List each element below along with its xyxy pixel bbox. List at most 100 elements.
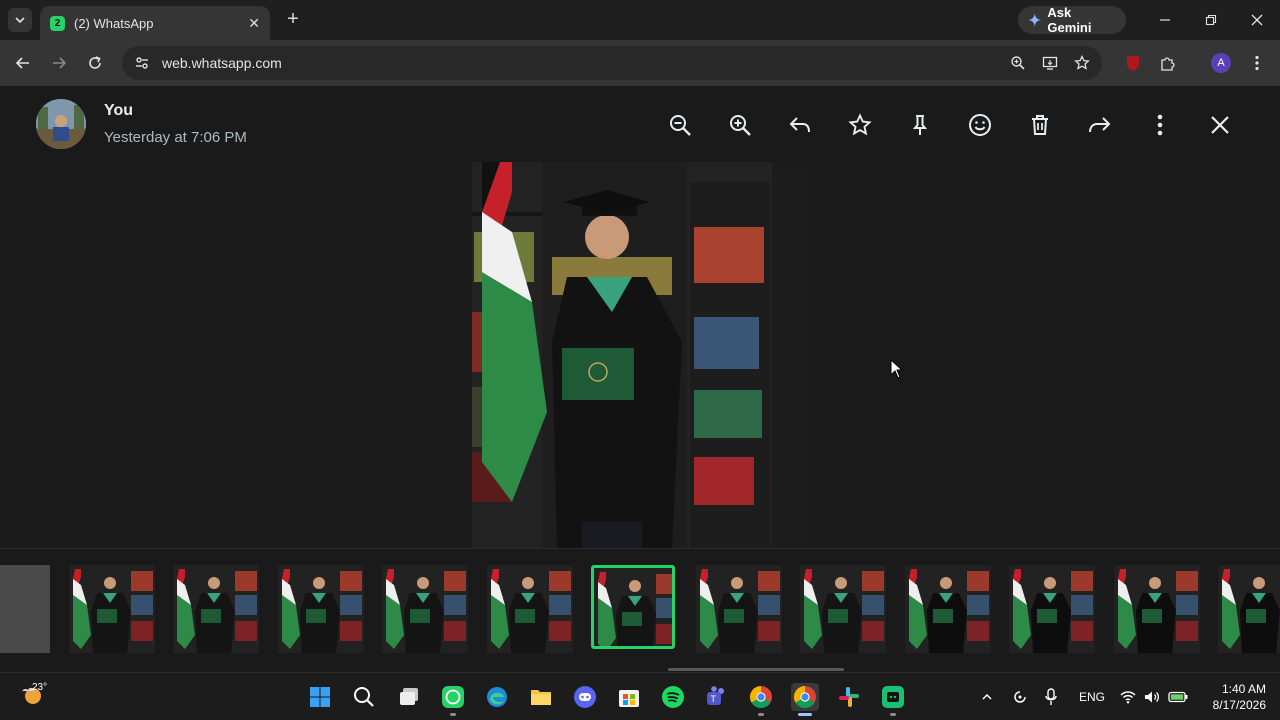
start-button[interactable] [306, 683, 334, 711]
thumbnail[interactable] [382, 565, 468, 653]
media-thumbnail-strip [0, 548, 1280, 672]
weather-widget[interactable]: 23° [20, 681, 60, 713]
ask-gemini-button[interactable]: Ask Gemini [1018, 5, 1126, 35]
taskbar-slack[interactable] [835, 683, 863, 711]
thumbnail[interactable] [1114, 565, 1200, 653]
taskbar-discord[interactable] [571, 683, 599, 711]
taskbar-file-explorer[interactable] [527, 683, 555, 711]
pin-icon [912, 115, 928, 135]
thumbnail[interactable] [1218, 565, 1280, 653]
thumbnail[interactable] [0, 565, 50, 653]
whatsapp-icon [442, 686, 464, 708]
taskbar-ms-store[interactable] [615, 683, 643, 711]
bookmark-star-icon[interactable] [1072, 53, 1092, 73]
address-bar[interactable]: web.whatsapp.com [122, 46, 1102, 80]
arrow-left-icon [15, 57, 29, 69]
sender-avatar[interactable] [36, 99, 86, 149]
minimize-icon [1160, 19, 1170, 21]
profile-avatar[interactable]: A [1211, 53, 1231, 73]
ask-gemini-label: Ask Gemini [1047, 5, 1092, 35]
thumbnail[interactable] [1009, 565, 1095, 653]
restore-button[interactable] [1199, 8, 1223, 32]
reload-icon [89, 56, 101, 69]
zoom-out-button[interactable] [650, 111, 710, 139]
mouse-cursor-icon [890, 358, 904, 384]
windows-logo-icon [310, 687, 330, 707]
window-close-button[interactable] [1245, 8, 1269, 32]
browser-tab-whatsapp[interactable]: 2 (2) WhatsApp ✕ [40, 6, 270, 40]
pin-button[interactable] [890, 111, 950, 139]
forward-button[interactable] [1070, 111, 1130, 139]
thumbnail[interactable] [696, 565, 782, 653]
zoom-indicator-icon[interactable] [1008, 53, 1028, 73]
chrome-icon [794, 686, 816, 708]
weather-temperature: 23° [32, 682, 48, 693]
taskbar-edge[interactable] [483, 683, 511, 711]
reload-button[interactable] [83, 51, 107, 75]
wifi-icon [1120, 691, 1136, 704]
extension-adblock-icon[interactable] [1121, 51, 1145, 75]
thumbnail[interactable] [487, 565, 573, 653]
volume-icon [1145, 691, 1160, 703]
react-button[interactable] [950, 111, 1010, 139]
reply-button[interactable] [770, 111, 830, 139]
new-tab-button[interactable]: + [282, 8, 304, 30]
back-button[interactable] [11, 51, 35, 75]
minimize-button[interactable] [1153, 8, 1177, 32]
taskbar-chrome-active[interactable] [791, 683, 819, 716]
tab-title: (2) WhatsApp [74, 15, 154, 31]
close-icon [1211, 116, 1229, 134]
forward-button[interactable] [47, 51, 71, 75]
taskbar-search-button[interactable] [350, 683, 378, 711]
zoom-in-icon [730, 115, 751, 136]
url-text: web.whatsapp.com [162, 55, 282, 71]
thumbnail[interactable] [278, 565, 364, 653]
star-button[interactable] [830, 111, 890, 139]
input-language[interactable]: ENG [1079, 685, 1105, 709]
search-icon [354, 687, 374, 707]
thumbnail[interactable] [800, 565, 886, 653]
tray-overflow-button[interactable] [980, 685, 994, 709]
browser-toolbar: web.whatsapp.com 31 A [0, 40, 1280, 113]
taskbar-chrome[interactable] [747, 683, 775, 716]
whatsapp-favicon-icon: 2 [50, 15, 65, 31]
media-viewer: You Yesterday at 7:06 PM [0, 87, 1280, 672]
running-indicator [758, 713, 764, 716]
trash-icon [1032, 115, 1048, 135]
zoom-in-button[interactable] [710, 111, 770, 139]
site-settings-icon[interactable] [134, 55, 150, 71]
task-view-button[interactable] [395, 683, 423, 711]
edge-icon [487, 687, 507, 707]
taskbar-spotify[interactable] [659, 683, 687, 711]
message-timestamp: Yesterday at 7:06 PM [104, 129, 247, 146]
taskbar-app-green[interactable] [879, 683, 907, 716]
chrome-icon [750, 686, 772, 708]
browser-menu-icon[interactable] [1245, 51, 1269, 75]
tab-search-button[interactable] [8, 8, 32, 32]
tray-sync-icon[interactable] [1012, 685, 1028, 709]
thumbnail-selected[interactable] [591, 565, 675, 649]
tab-close-icon[interactable]: ✕ [248, 15, 260, 32]
install-app-icon[interactable] [1040, 53, 1060, 73]
taskbar-whatsapp[interactable] [439, 683, 467, 716]
delete-button[interactable] [1010, 111, 1070, 139]
extensions-puzzle-icon[interactable] [1156, 51, 1180, 75]
system-clock[interactable]: 1:40 AM 8/17/2026 [1196, 681, 1266, 713]
thumbnail[interactable] [905, 565, 991, 653]
svg-text:T: T [711, 694, 717, 704]
taskbar-teams[interactable]: T [703, 683, 731, 711]
microphone-icon[interactable] [1044, 685, 1058, 709]
quick-settings-button[interactable] [1120, 685, 1188, 709]
running-indicator [450, 713, 456, 716]
chat-app-icon [882, 686, 904, 708]
thumbnail[interactable] [69, 565, 155, 653]
windows-taskbar: 23° T ENG 1:40 AM 8/17/2026 [0, 672, 1280, 720]
discord-icon [574, 686, 596, 708]
thumbnail[interactable] [173, 565, 259, 653]
thumbnail-scrollbar[interactable] [668, 668, 844, 671]
close-viewer-button[interactable] [1190, 111, 1250, 139]
more-options-button[interactable] [1130, 111, 1190, 139]
clock-time: 1:40 AM [1221, 682, 1266, 696]
restore-icon [1205, 14, 1217, 26]
active-indicator [798, 713, 812, 716]
